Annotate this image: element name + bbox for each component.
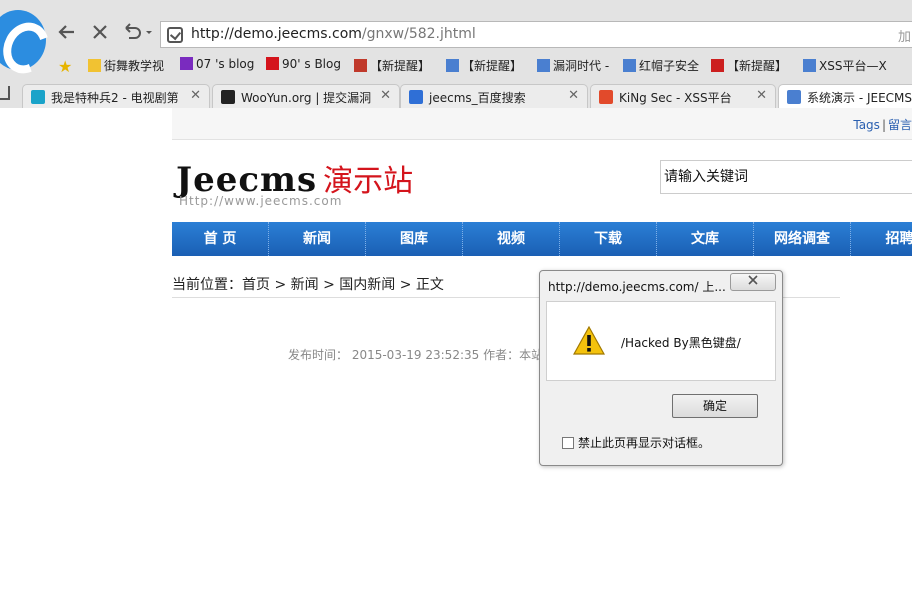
browser-chrome: http://demo.jeecms.com/gnxw/582.jhtml 加 … (0, 0, 912, 108)
bookmark-favicon-icon (623, 59, 636, 72)
arrow-left-icon (58, 25, 74, 39)
tags-link[interactable]: Tags (853, 118, 880, 132)
warning-icon (573, 326, 605, 355)
article-meta: 发布时间： 2015-03-19 23:52:35 作者：本站编 (288, 348, 556, 362)
browser-tab[interactable]: jeecms_百度搜索 ✕ (400, 84, 588, 108)
logo-url-text: Http://www.jeecms.com (179, 194, 343, 208)
bookmark-item[interactable]: 07 's blog (180, 57, 254, 71)
tab-favicon-icon (409, 90, 423, 104)
bookmark-item[interactable]: 红帽子安全 (623, 57, 699, 74)
tab-label: WooYun.org | 提交漏洞 (241, 91, 372, 105)
bookmark-favicon-icon (88, 59, 101, 72)
bookmark-label: 街舞教学视 (104, 59, 165, 73)
home-icon[interactable] (0, 86, 10, 100)
main-menu: 首 页新闻 图库 视频 下载 文库 网络调查 招聘 (172, 222, 912, 256)
tab-favicon-icon (787, 90, 801, 104)
dialog-title: http://demo.jeecms.com/ 上... (548, 280, 726, 294)
bookmarks-bar: 街舞教学视 07 's blog 90' s Blog 【新提醒】 【新提醒】 漏洞时代 … (0, 54, 912, 78)
dialog-message: /Hacked By黑色键盘/ (621, 336, 741, 350)
bookmark-item[interactable]: 漏洞时代 - (537, 57, 609, 74)
close-icon (93, 25, 107, 39)
top-bar: Tags | 留言 (172, 108, 912, 140)
bookmark-favicon-icon (180, 57, 193, 70)
bookmark-item[interactable]: 【新提醒】 (446, 57, 522, 74)
menu-item[interactable]: 招聘 (851, 222, 912, 256)
tab-label: 我是特种兵2 - 电视剧第 (51, 91, 179, 105)
top-links: Tags | 留言 (853, 116, 912, 133)
suppress-dialogs-checkbox[interactable]: 禁止此页再显示对话框。 (562, 434, 710, 451)
tab-close-icon[interactable]: ✕ (190, 88, 201, 103)
ok-button[interactable]: 确定 (672, 394, 758, 418)
tab-close-icon[interactable]: ✕ (380, 88, 391, 103)
address-bar[interactable]: http://demo.jeecms.com/gnxw/582.jhtml 加 (160, 21, 912, 48)
search-input[interactable] (661, 161, 912, 193)
tab-label: 系统演示 - JEECMS (807, 91, 912, 105)
address-extra-text: 加 (897, 30, 911, 45)
search-box[interactable] (660, 160, 912, 194)
guestbook-link[interactable]: 留言 (888, 118, 912, 132)
bookmark-label: 【新提醒】 (370, 59, 431, 73)
bookmark-item[interactable]: 【新提醒】 (711, 57, 787, 74)
undo-icon (125, 23, 152, 39)
menu-item[interactable]: 首 页 (172, 222, 269, 256)
bookmark-favicon-icon (354, 59, 367, 72)
bookmark-favicon-icon (537, 59, 550, 72)
browser-tab[interactable]: 我是特种兵2 - 电视剧第 ✕ (22, 84, 210, 108)
bookmark-label: 【新提醒】 (462, 59, 523, 73)
bookmark-favicon-icon (446, 59, 459, 72)
tab-strip: 我是特种兵2 - 电视剧第 ✕ WooYun.org | 提交漏洞 ✕ jeecms_百… (0, 84, 912, 108)
bookmark-label: XSS平台—X (819, 59, 887, 73)
bookmark-favicon-icon (266, 57, 279, 70)
browser-tab[interactable]: KiNg Sec - XSS平台 ✕ (590, 84, 776, 108)
bookmark-favicon-icon (803, 59, 816, 72)
bookmark-item[interactable]: 【新提醒】 (354, 57, 430, 74)
tab-label: KiNg Sec - XSS平台 (619, 91, 732, 105)
menu-item[interactable]: 图库 (366, 222, 463, 256)
dialog-body: /Hacked By黑色键盘/ (546, 301, 776, 381)
site-logo[interactable]: Jeecms 演示站 Http://www.jeecms.com (176, 156, 413, 208)
menu-item[interactable]: 网络调查 (754, 222, 851, 256)
menu-item[interactable]: 新闻 (269, 222, 366, 256)
bookmark-label: 07 's blog (196, 57, 255, 71)
tab-favicon-icon (31, 90, 45, 104)
menu-item[interactable]: 下载 (560, 222, 657, 256)
tab-favicon-icon (221, 90, 235, 104)
tab-favicon-icon (599, 90, 613, 104)
menu-item[interactable]: 视频 (463, 222, 560, 256)
bookmark-favicon-icon (711, 59, 724, 72)
bookmark-item[interactable]: 90' s Blog (266, 57, 341, 71)
shield-icon (167, 27, 183, 43)
menu-item[interactable]: 文库 (657, 222, 754, 256)
checkbox-label: 禁止此页再显示对话框。 (578, 436, 711, 450)
alert-dialog: http://demo.jeecms.com/ 上... /Hacked By黑… (539, 270, 783, 466)
tab-close-icon[interactable]: ✕ (568, 88, 579, 103)
address-url[interactable]: http://demo.jeecms.com/gnxw/582.jhtml (191, 26, 476, 42)
back-button[interactable] (55, 22, 79, 46)
tab-label: jeecms_百度搜索 (429, 91, 526, 105)
stop-button[interactable] (88, 22, 112, 46)
bookmark-label: 漏洞时代 - (553, 59, 610, 73)
bookmark-item[interactable]: XSS平台—X (803, 57, 887, 74)
undo-button[interactable] (120, 22, 154, 46)
checkbox-box[interactable] (562, 437, 574, 449)
bookmark-label: 90' s Blog (282, 57, 341, 71)
dialog-close-button[interactable] (730, 273, 776, 291)
top-link-separator: | (881, 118, 886, 132)
bookmark-item[interactable]: 街舞教学视 (88, 57, 164, 74)
close-icon (748, 275, 758, 285)
bookmark-label: 红帽子安全 (639, 59, 700, 73)
bookmark-label: 【新提醒】 (727, 59, 788, 73)
tab-close-icon[interactable]: ✕ (756, 88, 767, 103)
browser-tab[interactable]: 系统演示 - JEECMS (778, 84, 912, 108)
browser-tab[interactable]: WooYun.org | 提交漏洞 ✕ (212, 84, 400, 108)
